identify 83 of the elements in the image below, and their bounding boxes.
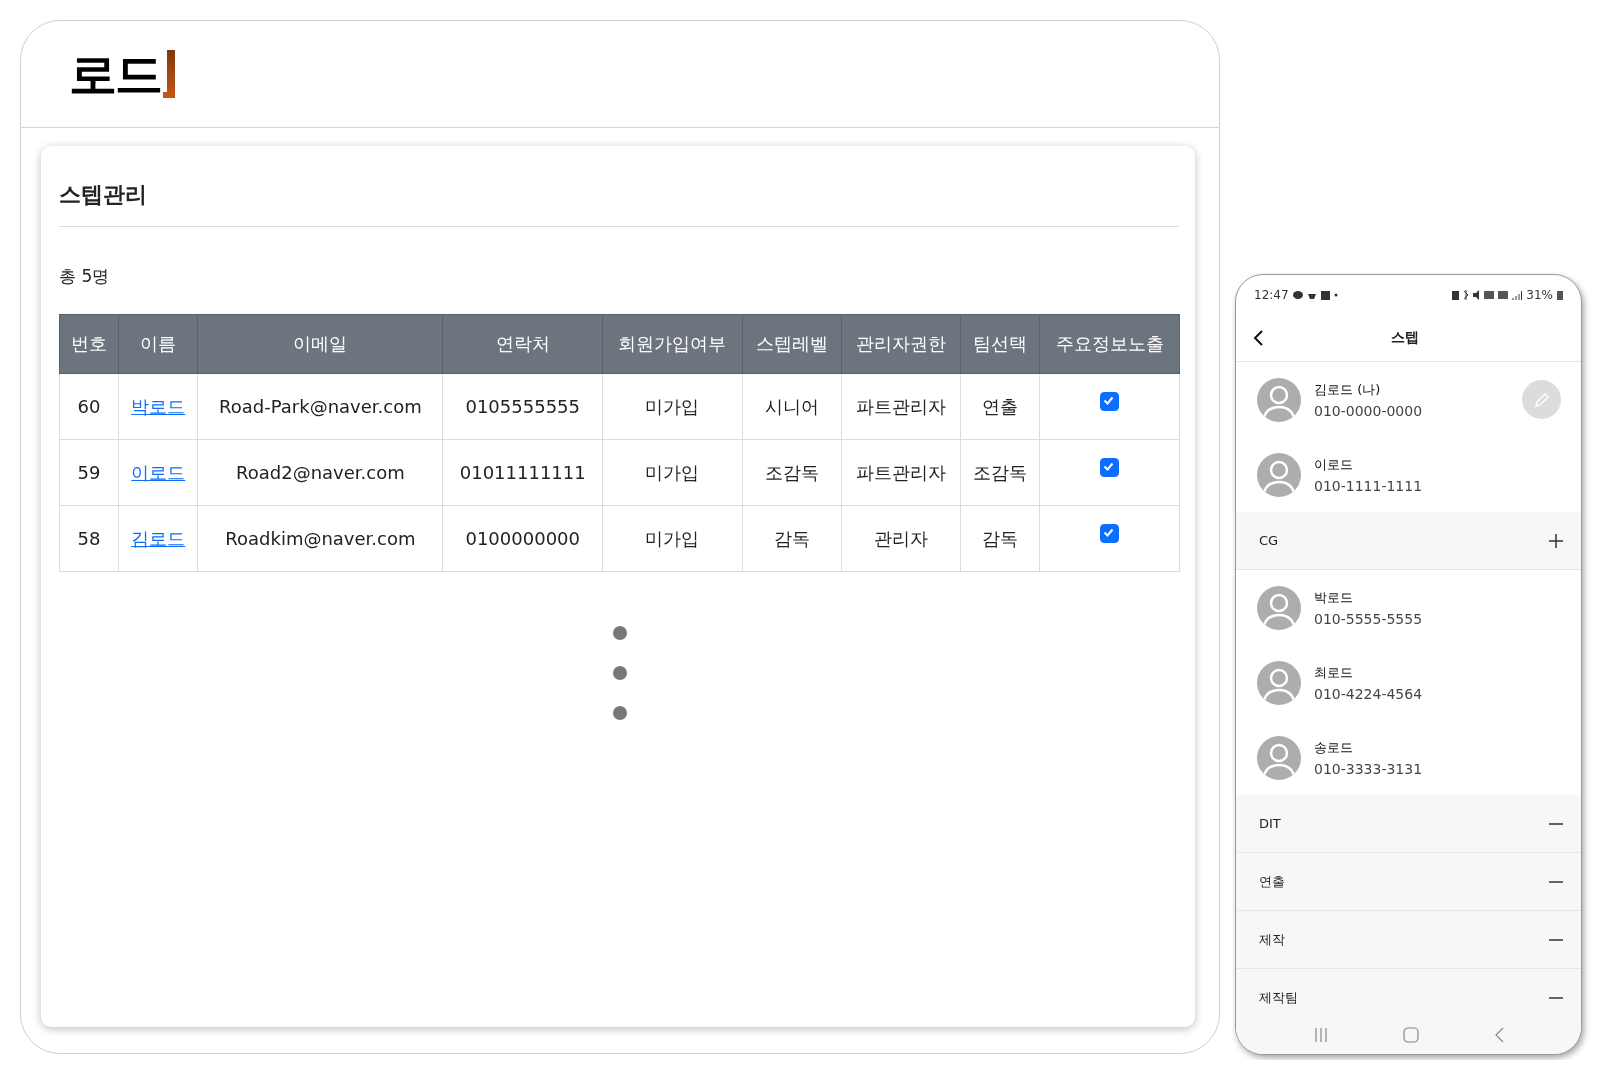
group-name: 제작 [1259, 930, 1285, 949]
avatar-icon [1257, 660, 1301, 705]
checkbox-icon [1320, 290, 1330, 300]
battery-icon [1557, 290, 1563, 300]
table-cell: 파트관리자 [841, 373, 961, 440]
exposure-checkbox[interactable] [1100, 392, 1120, 412]
column-header: 스텝레벨 [742, 314, 842, 374]
table-cell: 미가입 [602, 373, 742, 440]
contact-phone: 010-3333-3131 [1314, 760, 1424, 777]
column-header: 연락처 [442, 314, 603, 374]
contact-name: 최로드 [1314, 663, 1354, 682]
pencil-icon [1532, 390, 1551, 409]
contact-phone: 010-1111-1111 [1314, 477, 1424, 494]
column-header: 관리자권한 [841, 314, 961, 374]
total-count: 총 5명 [59, 265, 111, 288]
table-cell: 미가입 [602, 439, 742, 506]
group-name: 연출 [1259, 872, 1285, 891]
table-cell: 59 [59, 439, 119, 506]
group-header[interactable]: 제작팀 [1236, 969, 1581, 1016]
group-name: CG [1259, 533, 1279, 548]
minus-icon [1549, 880, 1563, 883]
avatar-icon [1257, 735, 1301, 780]
table-cell: 연출 [960, 373, 1040, 440]
table-cell: 조감독 [742, 439, 842, 506]
table-cell: 0105555555 [442, 373, 603, 440]
table-cell: Road2@naver.com [197, 439, 443, 506]
table-cell: 감독 [742, 505, 842, 572]
dot-icon [1333, 293, 1338, 297]
bluetooth-icon [1463, 290, 1470, 300]
group-header[interactable]: DIT [1236, 795, 1581, 853]
minus-icon [1549, 938, 1563, 941]
back-icon[interactable] [1252, 329, 1264, 347]
column-header: 이메일 [197, 314, 443, 374]
group-name: DIT [1259, 816, 1281, 831]
column-header: 이름 [118, 314, 198, 374]
logo-bracket-icon [163, 50, 175, 98]
battery-percent: 31% [1526, 288, 1553, 302]
table-cell: 파트관리자 [841, 439, 961, 506]
column-header: 회원가입여부 [602, 314, 742, 374]
group-header[interactable]: 연출 [1236, 853, 1581, 911]
avatar-icon [1257, 585, 1301, 630]
minus-icon [1549, 822, 1563, 825]
back-nav-icon[interactable] [1493, 1027, 1504, 1043]
group-header[interactable]: 제작 [1236, 911, 1581, 969]
contact-phone: 010-0000-0000 [1314, 402, 1424, 419]
group-name: 제작팀 [1259, 988, 1298, 1007]
table-cell: 01011111111 [442, 439, 603, 506]
page-title: 스텝관리 [59, 180, 1179, 227]
logo-text: 로드 [69, 50, 161, 98]
signal-icon [1512, 290, 1523, 300]
mute-icon [1473, 290, 1481, 300]
contact-name: 박로드 [1314, 588, 1354, 607]
table-cell: 미가입 [602, 505, 742, 572]
contact-name: 송로드 [1314, 738, 1354, 757]
exposure-checkbox[interactable] [1100, 524, 1120, 544]
table-cell: 60 [59, 373, 119, 440]
column-header: 번호 [59, 314, 119, 374]
group-header[interactable]: CG [1236, 512, 1581, 570]
alarm-icon [1452, 290, 1460, 300]
table-cell: 시니어 [742, 373, 842, 440]
table-cell: 조감독 [960, 439, 1040, 506]
table-cell: 관리자 [841, 505, 961, 572]
contact-phone: 010-4224-4564 [1314, 685, 1424, 702]
home-icon[interactable] [1402, 1027, 1419, 1043]
table-cell: 58 [59, 505, 119, 572]
table-cell: 감독 [960, 505, 1040, 572]
minus-icon [1549, 996, 1563, 999]
contact-name: 이로드 [1314, 455, 1354, 474]
column-header: 팀선택 [960, 314, 1040, 374]
screen-title: 스텝 [1389, 329, 1420, 347]
chat-bubble-icon [1292, 290, 1303, 300]
contact-name: 김로드 (나) [1314, 380, 1382, 399]
column-header: 주요정보노출 [1039, 314, 1180, 374]
plus-icon [1549, 533, 1563, 548]
table-cell: Road-Park@naver.com [197, 373, 443, 440]
table-cell: Roadkim@naver.com [197, 505, 443, 572]
vertical-dots-icon [612, 626, 627, 720]
avatar-icon [1257, 377, 1301, 422]
contact-phone: 010-5555-5555 [1314, 610, 1424, 627]
table-cell: 0100000000 [442, 505, 603, 572]
status-time: 12:47 [1254, 288, 1289, 302]
exposure-checkbox[interactable] [1100, 458, 1120, 478]
avatar-icon [1257, 452, 1301, 497]
